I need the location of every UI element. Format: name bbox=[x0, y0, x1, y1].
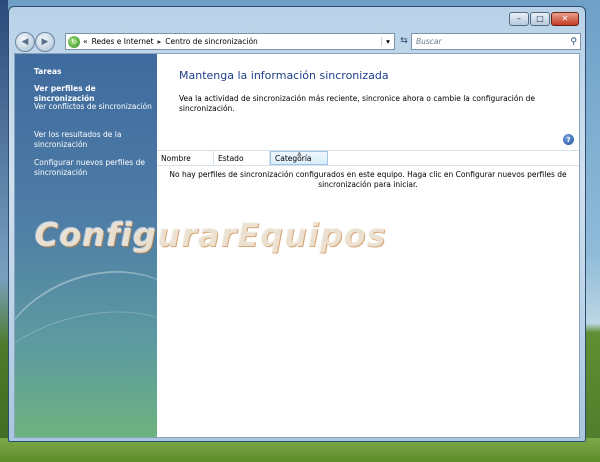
forward-button[interactable]: ▶ bbox=[35, 32, 55, 52]
column-header-row: Nombre Estado ▲ Categoría bbox=[157, 150, 579, 166]
sync-center-icon: ↻ bbox=[68, 35, 80, 48]
content-area: Tareas Ver perfiles de sincronización Ve… bbox=[14, 53, 580, 438]
sidebar-item-view-results[interactable]: Ver los resultados de la sincronización bbox=[34, 130, 154, 150]
breadcrumb-item-centro[interactable]: Centro de sincronización bbox=[165, 37, 258, 46]
address-dropdown-icon[interactable]: ▾ bbox=[381, 37, 394, 46]
breadcrumb-lead[interactable]: « bbox=[83, 37, 88, 46]
sidebar-item-configure-profiles[interactable]: Configurar nuevos perfiles de sincroniza… bbox=[34, 158, 154, 178]
sidebar-item-view-conflicts[interactable]: Ver conflictos de sincronización bbox=[34, 102, 154, 112]
column-header-categoria-label: Categoría bbox=[275, 153, 312, 163]
close-button[interactable]: ✕ bbox=[551, 12, 579, 26]
desktop-edge bbox=[0, 0, 8, 462]
empty-list-text: No hay perfiles de sincronización config… bbox=[169, 170, 567, 189]
breadcrumb-item-redes[interactable]: Redes e Internet bbox=[92, 37, 154, 46]
maximize-button[interactable]: □ bbox=[530, 12, 550, 26]
search-placeholder: Buscar bbox=[416, 37, 442, 46]
task-pane-title: Tareas bbox=[34, 67, 62, 76]
navigation-bar: ◀ ▶ ↻ « Redes e Internet ▸ Centro de sin… bbox=[15, 31, 581, 52]
column-header-nombre[interactable]: Nombre bbox=[157, 151, 214, 165]
magnifier-icon[interactable]: ⚲ bbox=[570, 37, 577, 47]
sidebar-item-view-profiles[interactable]: Ver perfiles de sincronización bbox=[34, 84, 154, 104]
address-bar[interactable]: ↻ « Redes e Internet ▸ Centro de sincron… bbox=[65, 33, 395, 50]
watermark-logo: ConfigurarEquipos bbox=[35, 216, 387, 254]
empty-list-message: No hay perfiles de sincronización config… bbox=[157, 170, 579, 190]
search-input[interactable]: Buscar ⚲ bbox=[411, 33, 581, 50]
sort-caret-icon: ▲ bbox=[297, 150, 302, 157]
page-description: Vea la actividad de sincronización más r… bbox=[179, 94, 535, 113]
column-header-categoria[interactable]: ▲ Categoría bbox=[270, 150, 328, 165]
page-title: Mantenga la información sincronizada bbox=[179, 69, 389, 82]
sync-center-window: – □ ✕ ◀ ▶ ↻ « Redes e Internet ▸ Centro … bbox=[8, 6, 586, 442]
breadcrumb-separator[interactable]: ▸ bbox=[158, 37, 162, 46]
refresh-icon[interactable]: ⇆ bbox=[397, 34, 411, 48]
minimize-button[interactable]: – bbox=[509, 12, 529, 26]
back-button[interactable]: ◀ bbox=[15, 32, 35, 52]
help-icon[interactable]: ? bbox=[563, 134, 574, 145]
column-header-estado[interactable]: Estado bbox=[214, 151, 270, 165]
window-controls: – □ ✕ bbox=[509, 12, 579, 26]
